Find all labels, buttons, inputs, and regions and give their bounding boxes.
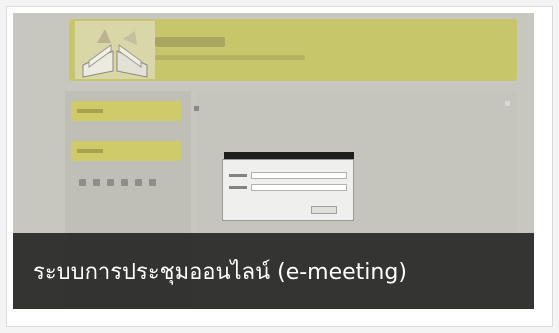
sidebar-item xyxy=(71,101,181,121)
app-title-placeholder xyxy=(155,37,225,47)
card-caption: ระบบการประชุมออนไลน์ (e-meeting) xyxy=(33,259,407,285)
app-header-banner xyxy=(69,19,517,81)
sidebar-icon-row xyxy=(79,171,163,190)
login-dialog xyxy=(222,159,354,221)
caption-bar[interactable]: ระบบการประชุมออนไลน์ (e-meeting) xyxy=(13,233,534,309)
password-field xyxy=(251,184,347,191)
sidebar-item xyxy=(71,141,181,161)
login-button xyxy=(311,206,337,214)
content-corner-marker xyxy=(505,101,510,106)
open-book-icon xyxy=(75,21,155,79)
app-subtitle-placeholder xyxy=(155,55,305,60)
username-label xyxy=(229,174,247,177)
content-marker xyxy=(194,106,199,111)
password-label xyxy=(229,186,247,189)
username-field xyxy=(251,172,347,179)
login-dialog-titlebar xyxy=(224,152,354,159)
